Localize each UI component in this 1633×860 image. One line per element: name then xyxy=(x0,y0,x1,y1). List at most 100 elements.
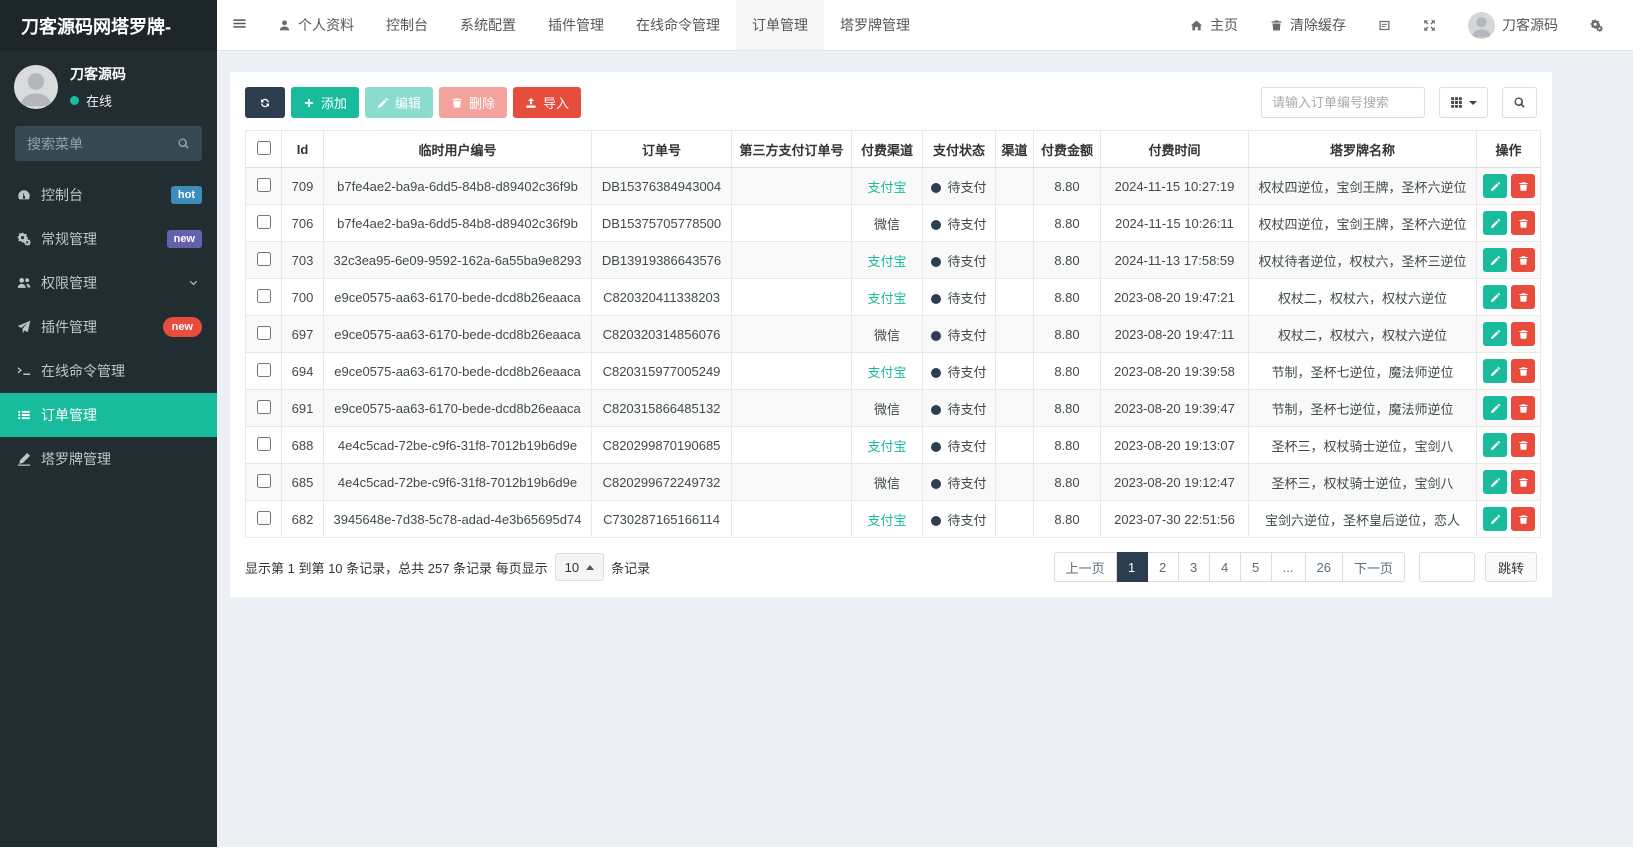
page-ellipsis[interactable]: ... xyxy=(1271,552,1306,582)
row-edit-button[interactable] xyxy=(1483,396,1507,420)
horizontal-scrollbar-track[interactable] xyxy=(0,847,1633,860)
prev-page-button[interactable]: 上一页 xyxy=(1053,552,1117,582)
jump-page-input[interactable] xyxy=(1418,552,1475,582)
import-button[interactable]: 导入 xyxy=(513,87,582,118)
topnav-item-console[interactable]: 控制台 xyxy=(370,0,444,50)
settings-button[interactable] xyxy=(1574,0,1619,50)
clear-cache-button[interactable]: 清除缓存 xyxy=(1254,0,1362,50)
page-button-2[interactable]: 2 xyxy=(1147,552,1179,582)
row-delete-button[interactable] xyxy=(1511,285,1535,309)
row-edit-button[interactable] xyxy=(1483,359,1507,383)
row-delete-button[interactable] xyxy=(1511,359,1535,383)
row-delete-button[interactable] xyxy=(1511,322,1535,346)
sidebar-item-general[interactable]: 常规管理 new xyxy=(0,217,217,261)
paper-plane-icon xyxy=(15,320,32,334)
sidebar-search-input[interactable] xyxy=(27,135,177,152)
row-checkbox[interactable] xyxy=(256,251,271,266)
row-delete-button[interactable] xyxy=(1511,433,1535,457)
row-edit-button[interactable] xyxy=(1483,248,1507,272)
search-icon[interactable] xyxy=(177,137,190,150)
page-button-1[interactable]: 1 xyxy=(1116,552,1148,582)
cell-pay-time: 2024-11-15 10:27:19 xyxy=(1100,167,1249,205)
table-row: 685 4e4c5cad-72be-c9f6-31f8-7012b19b6d9e C… xyxy=(245,463,1541,501)
sidebar-item-orders[interactable]: 订单管理 xyxy=(0,393,217,438)
edit-label: 编辑 xyxy=(395,96,422,111)
sidebar-item-plugins[interactable]: 插件管理 new xyxy=(0,305,217,349)
pay-channel-link[interactable]: 支付宝 xyxy=(867,254,906,269)
row-checkbox[interactable] xyxy=(256,325,271,340)
row-edit-button[interactable] xyxy=(1483,507,1507,531)
row-delete-button[interactable] xyxy=(1511,470,1535,494)
cell-actions xyxy=(1476,352,1541,390)
sidebar-item-tarot[interactable]: 塔罗牌管理 xyxy=(0,437,217,481)
topnav-item-online-command[interactable]: 在线命令管理 xyxy=(620,0,736,50)
table-row: 691 e9ce0575-aa63-6170-bede-dcd8b26eaaca C… xyxy=(245,389,1541,427)
topnav-item-label: 订单管理 xyxy=(752,17,808,33)
delete-button[interactable]: 删除 xyxy=(439,87,508,118)
row-checkbox[interactable] xyxy=(256,177,271,192)
cell-checkbox xyxy=(245,241,282,279)
row-edit-button[interactable] xyxy=(1483,211,1507,235)
row-edit-button[interactable] xyxy=(1483,322,1507,346)
row-checkbox[interactable] xyxy=(256,214,271,229)
row-checkbox[interactable] xyxy=(256,473,271,488)
pay-channel-link[interactable]: 支付宝 xyxy=(867,513,906,528)
page-button-5[interactable]: 5 xyxy=(1240,552,1272,582)
pay-channel-link[interactable]: 支付宝 xyxy=(867,365,906,380)
page-button-3[interactable]: 3 xyxy=(1178,552,1210,582)
sidebar-item-permissions[interactable]: 权限管理 xyxy=(0,261,217,305)
cell-user-id: 3945648e-7d38-5c78-adad-4e3b65695d74 xyxy=(323,500,592,538)
row-delete-button[interactable] xyxy=(1511,248,1535,272)
refresh-button[interactable] xyxy=(245,87,285,118)
row-checkbox[interactable] xyxy=(256,399,271,414)
row-edit-button[interactable] xyxy=(1483,285,1507,309)
topnav-item-order-management[interactable]: 订单管理 xyxy=(736,0,824,50)
cell-user-id: e9ce0575-aa63-6170-bede-dcd8b26eaaca xyxy=(323,389,592,427)
row-checkbox[interactable] xyxy=(256,362,271,377)
topnav-item-plugin-management[interactable]: 插件管理 xyxy=(532,0,620,50)
row-edit-button[interactable] xyxy=(1483,174,1507,198)
row-checkbox[interactable] xyxy=(256,510,271,525)
cell-actions xyxy=(1476,389,1541,427)
edit-button[interactable]: 编辑 xyxy=(365,87,434,118)
pay-channel-link[interactable]: 支付宝 xyxy=(867,291,906,306)
topnav-item-system-config[interactable]: 系统配置 xyxy=(444,0,532,50)
language-button[interactable] xyxy=(1362,0,1407,50)
row-checkbox[interactable] xyxy=(256,288,271,303)
page-button-4[interactable]: 4 xyxy=(1209,552,1241,582)
sidebar-item-dashboard[interactable]: 控制台 hot xyxy=(0,173,217,217)
pay-channel-link[interactable]: 支付宝 xyxy=(867,439,906,454)
home-link[interactable]: 主页 xyxy=(1174,0,1254,50)
page-size-dropdown[interactable]: 10 xyxy=(554,553,605,581)
select-all-checkbox[interactable] xyxy=(256,140,271,155)
row-checkbox[interactable] xyxy=(256,436,271,451)
fullscreen-button[interactable] xyxy=(1407,0,1452,50)
status-label: 待支付 xyxy=(947,438,987,454)
sidebar-toggle-button[interactable] xyxy=(217,0,262,50)
cell-order-no: DB15376384943004 xyxy=(591,167,732,205)
add-button[interactable]: 添加 xyxy=(291,87,360,118)
pay-channel-link[interactable]: 支付宝 xyxy=(867,180,906,195)
row-delete-button[interactable] xyxy=(1511,507,1535,531)
next-page-button[interactable]: 下一页 xyxy=(1342,552,1405,582)
row-delete-button[interactable] xyxy=(1511,396,1535,420)
jump-button[interactable]: 跳转 xyxy=(1484,552,1537,582)
row-delete-button[interactable] xyxy=(1511,174,1535,198)
sidebar-item-online-command[interactable]: 在线命令管理 xyxy=(0,349,217,393)
row-edit-button[interactable] xyxy=(1483,470,1507,494)
sidebar-badge: new xyxy=(166,229,202,249)
select-all-cell xyxy=(245,130,282,168)
row-delete-button[interactable] xyxy=(1511,211,1535,235)
user-menu[interactable]: 刀客源码 xyxy=(1452,0,1574,50)
topnav-item-tarot-management[interactable]: 塔罗牌管理 xyxy=(824,0,926,50)
upload-icon xyxy=(525,97,537,109)
columns-dropdown-button[interactable] xyxy=(1439,87,1488,118)
topnav-item-profile[interactable]: 个人资料 xyxy=(262,0,370,50)
cell-user-id: b7fe4ae2-ba9a-6dd5-84b8-d89402c36f9b xyxy=(323,204,592,242)
search-button[interactable] xyxy=(1502,87,1537,118)
page-button-26[interactable]: 26 xyxy=(1305,552,1343,582)
row-edit-button[interactable] xyxy=(1483,433,1507,457)
app-logo[interactable]: 刀客源码网塔罗牌- xyxy=(0,0,217,51)
pencil-icon xyxy=(1490,292,1501,303)
order-search-input[interactable] xyxy=(1261,87,1425,118)
